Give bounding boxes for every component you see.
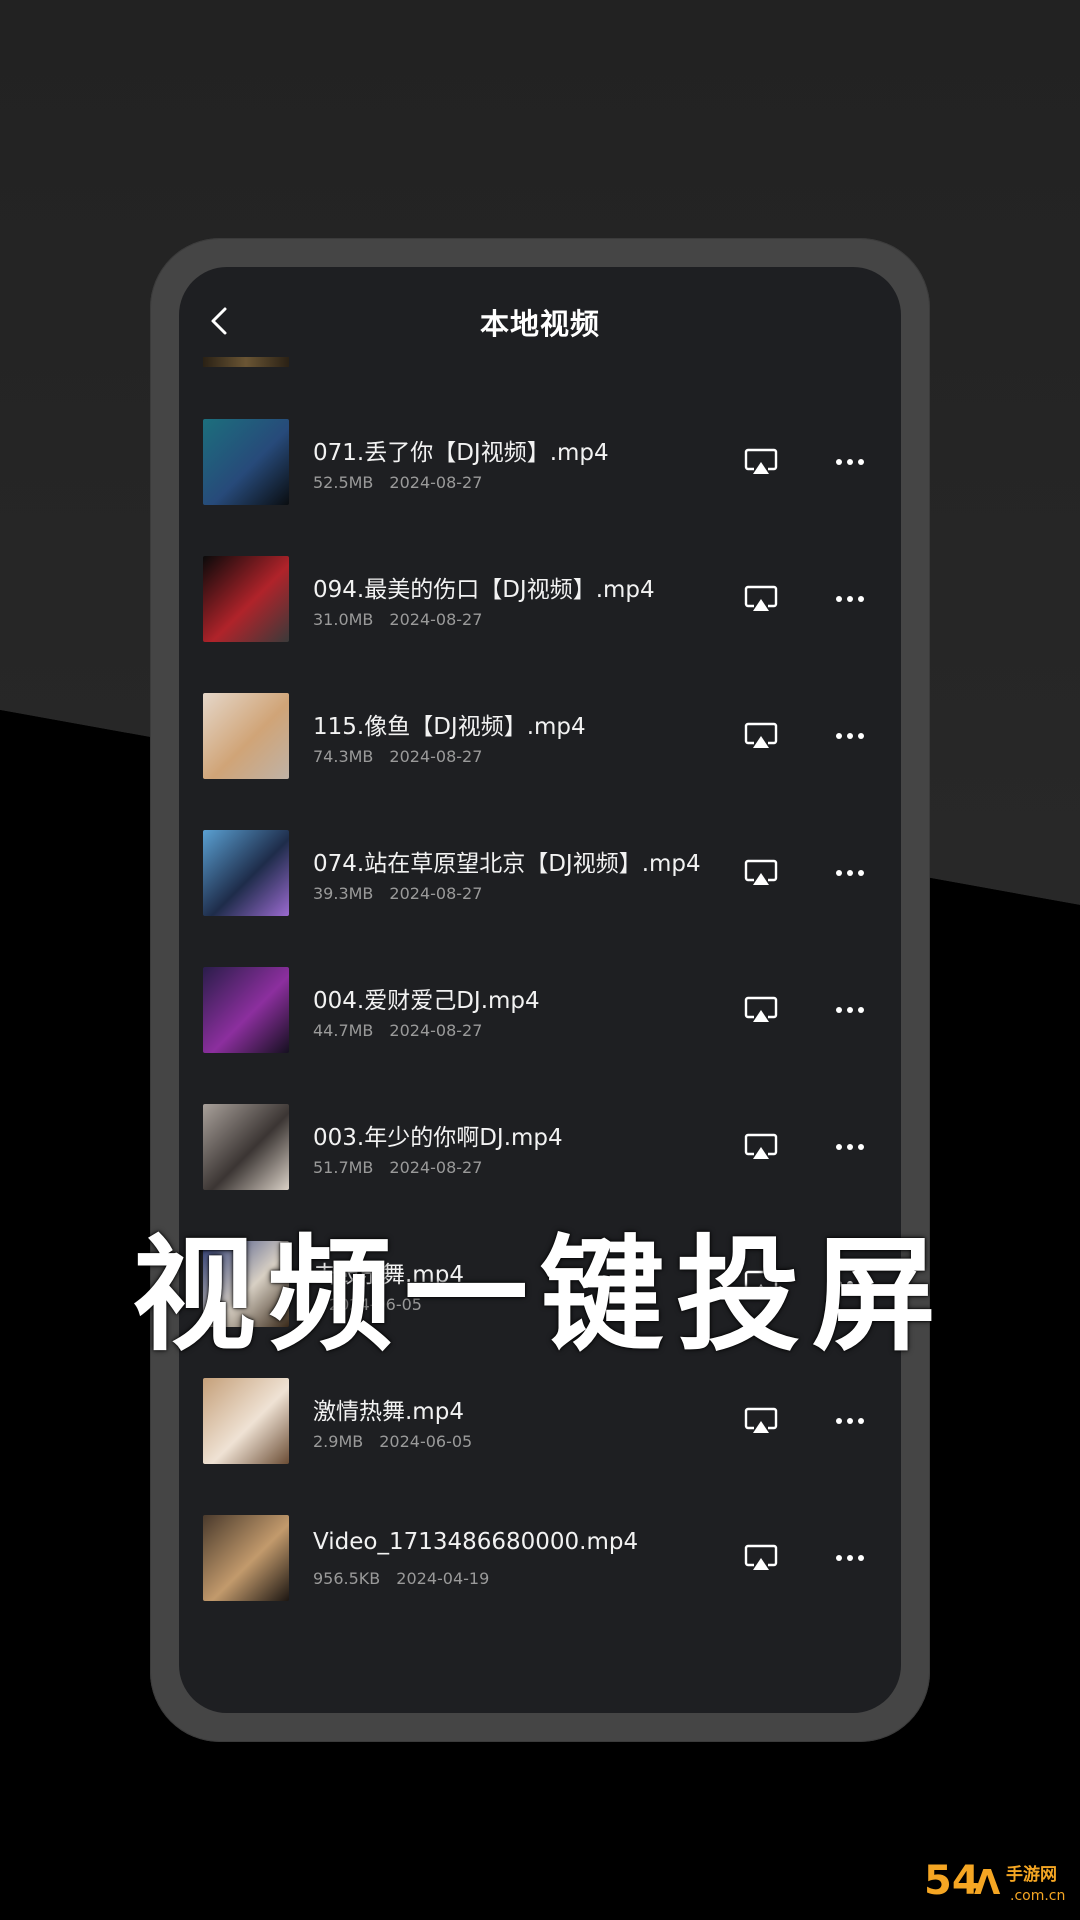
video-meta: 956.5KB 2024-04-19 — [313, 1569, 489, 1588]
video-size: 2.9MB — [313, 1432, 364, 1451]
video-date: 2024-06-05 — [379, 1432, 473, 1451]
more-dots-icon — [836, 596, 864, 602]
airplay-icon — [744, 448, 778, 474]
video-size: 956.5KB — [313, 1569, 381, 1588]
more-options-button[interactable] — [834, 584, 866, 614]
video-name: 115.像鱼【DJ视频】.mp4 — [313, 714, 586, 740]
video-name: Video_1713486680000.mp4 — [313, 1529, 639, 1555]
more-options-button[interactable] — [834, 721, 866, 751]
video-date: 2024-08-27 — [389, 610, 483, 629]
video-row[interactable]: 004.爱财爱己DJ.mp4 44.7MB 2024-08-27 — [179, 967, 901, 1055]
promo-slogan: 视频一键投屏 — [131, 1224, 948, 1368]
video-date: 2024-08-27 — [389, 884, 483, 903]
video-thumbnail — [203, 1515, 289, 1601]
more-dots-icon — [836, 1144, 864, 1150]
video-size: 52.5MB — [313, 473, 374, 492]
video-thumbnail — [203, 1378, 289, 1464]
more-dots-icon — [836, 459, 864, 465]
partial-thumbnail — [203, 357, 289, 367]
cast-button[interactable] — [744, 721, 778, 751]
video-date: 2024-08-27 — [389, 1158, 483, 1177]
phone-screen: 本地视频 071.丢了你【DJ视频】.mp4 52.5MB 2024-08-27 09… — [179, 267, 901, 1713]
video-name: 004.爱财爱己DJ.mp4 — [313, 988, 540, 1014]
svg-text:手游网: 手游网 — [1006, 1864, 1057, 1885]
cast-button[interactable] — [744, 447, 778, 477]
video-size: 74.3MB — [313, 747, 374, 766]
more-dots-icon — [836, 1555, 864, 1561]
video-meta: 52.5MB 2024-08-27 — [313, 473, 482, 492]
video-row[interactable]: 071.丢了你【DJ视频】.mp4 52.5MB 2024-08-27 — [179, 419, 901, 507]
video-size: 39.3MB — [313, 884, 374, 903]
more-options-button[interactable] — [834, 1543, 866, 1573]
video-row[interactable]: 094.最美的伤口【DJ视频】.mp4 31.0MB 2024-08-27 — [179, 556, 901, 644]
page-title: 本地视频 — [479, 307, 600, 341]
video-row[interactable]: 115.像鱼【DJ视频】.mp4 74.3MB 2024-08-27 — [179, 693, 901, 781]
video-row[interactable]: 074.站在草原望北京【DJ视频】.mp4 39.3MB 2024-08-27 — [179, 830, 901, 918]
more-dots-icon — [836, 1418, 864, 1424]
video-meta: 74.3MB 2024-08-27 — [313, 747, 482, 766]
airplay-icon — [744, 996, 778, 1022]
cast-button[interactable] — [744, 584, 778, 614]
video-date: 2024-08-27 — [389, 473, 483, 492]
cast-button[interactable] — [744, 1543, 778, 1573]
video-size: 51.7MB — [313, 1158, 374, 1177]
video-row[interactable]: 激情热舞.mp4 2.9MB 2024-06-05 — [179, 1378, 901, 1466]
more-options-button[interactable] — [834, 447, 866, 477]
video-row[interactable]: 003.年少的你啊DJ.mp4 51.7MB 2024-08-27 — [179, 1104, 901, 1192]
more-dots-icon — [836, 870, 864, 876]
video-thumbnail — [203, 693, 289, 779]
airplay-icon — [744, 859, 778, 885]
video-name: 003.年少的你啊DJ.mp4 — [313, 1125, 563, 1151]
video-date: 2024-08-27 — [389, 747, 483, 766]
video-thumbnail — [203, 830, 289, 916]
video-meta: 44.7MB 2024-08-27 — [313, 1021, 482, 1040]
video-date: 2024-04-19 — [396, 1569, 490, 1588]
watermark-logo: 54 ᐱ 手游网 .com.cn — [924, 1858, 1065, 1904]
video-size: 44.7MB — [313, 1021, 374, 1040]
header: 本地视频 — [179, 267, 901, 367]
video-thumbnail — [203, 419, 289, 505]
video-size: 31.0MB — [313, 610, 374, 629]
cast-button[interactable] — [744, 995, 778, 1025]
airplay-icon — [744, 1544, 778, 1570]
airplay-icon — [744, 722, 778, 748]
more-options-button[interactable] — [834, 858, 866, 888]
video-thumbnail — [203, 1104, 289, 1190]
more-options-button[interactable] — [834, 1132, 866, 1162]
airplay-icon — [744, 1133, 778, 1159]
cast-button[interactable] — [744, 858, 778, 888]
svg-text:.com.cn: .com.cn — [1010, 1888, 1065, 1904]
video-meta: 31.0MB 2024-08-27 — [313, 610, 482, 629]
video-meta: 2.9MB 2024-06-05 — [313, 1432, 472, 1451]
svg-text:ᐱ: ᐱ — [974, 1863, 1001, 1903]
video-date: 2024-08-27 — [389, 1021, 483, 1040]
video-name: 071.丢了你【DJ视频】.mp4 — [313, 440, 609, 466]
more-dots-icon — [836, 733, 864, 739]
video-thumbnail — [203, 967, 289, 1053]
video-meta: 51.7MB 2024-08-27 — [313, 1158, 482, 1177]
video-row[interactable]: Video_1713486680000.mp4 956.5KB 2024-04-19 — [179, 1515, 901, 1603]
more-options-button[interactable] — [834, 995, 866, 1025]
airplay-icon — [744, 585, 778, 611]
video-thumbnail — [203, 556, 289, 642]
airplay-icon — [744, 1407, 778, 1433]
cast-button[interactable] — [744, 1132, 778, 1162]
video-name: 094.最美的伤口【DJ视频】.mp4 — [313, 577, 655, 603]
video-name: 074.站在草原望北京【DJ视频】.mp4 — [313, 851, 701, 877]
video-meta: 39.3MB 2024-08-27 — [313, 884, 482, 903]
more-dots-icon — [836, 1007, 864, 1013]
cast-button[interactable] — [744, 1406, 778, 1436]
video-name: 激情热舞.mp4 — [313, 1399, 464, 1425]
more-options-button[interactable] — [834, 1406, 866, 1436]
svg-text:54: 54 — [924, 1858, 980, 1904]
